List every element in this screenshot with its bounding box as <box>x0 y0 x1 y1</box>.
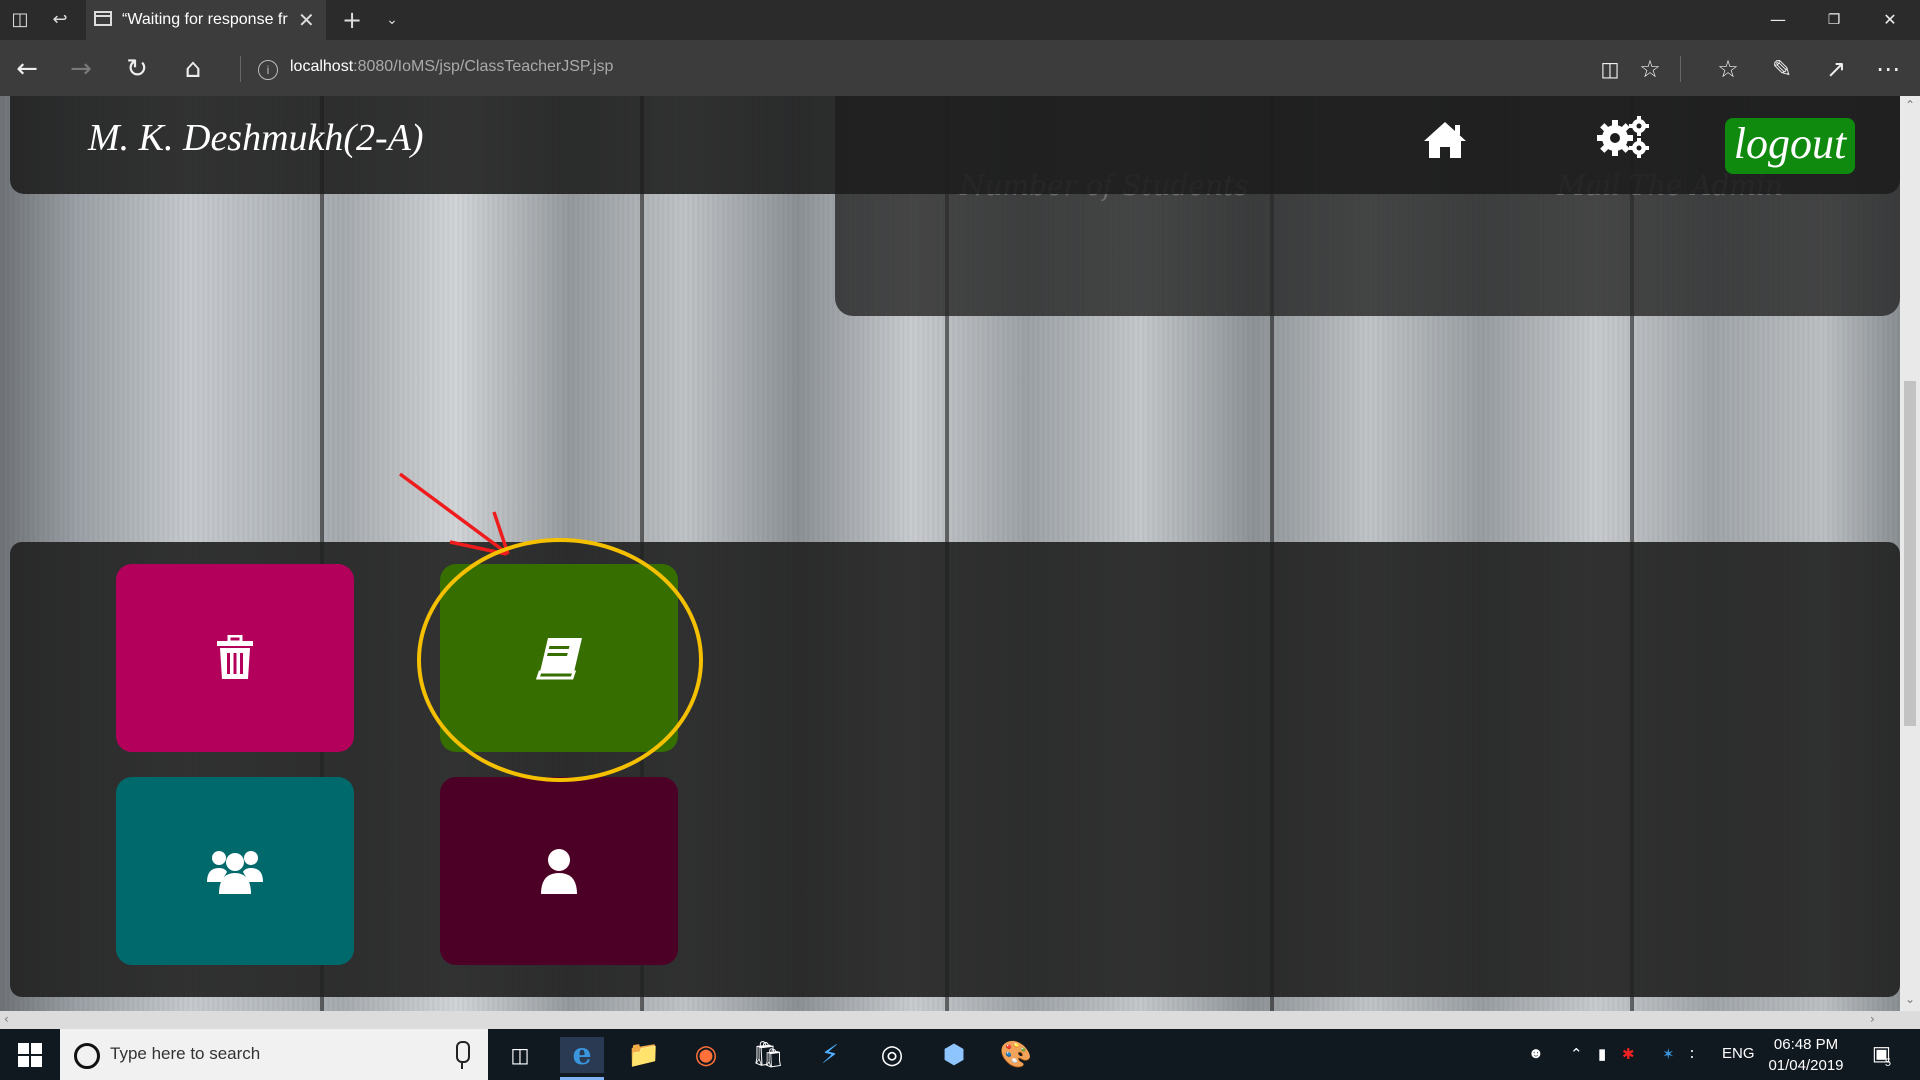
home-icon[interactable] <box>1422 120 1468 160</box>
file-explorer-icon[interactable]: 📁 <box>622 1037 666 1073</box>
cortana-icon <box>74 1043 100 1069</box>
media-app-icon[interactable]: ◎ <box>870 1037 914 1073</box>
tab-title: “Waiting for response fr <box>122 11 288 28</box>
close-window-button[interactable]: ✕ <box>1870 6 1910 34</box>
action-center-icon[interactable]: ▣5 <box>1872 1041 1897 1069</box>
url-field[interactable]: localhost:8080/IoMS/jsp/ClassTeacherJSP.… <box>290 58 613 76</box>
home-button[interactable]: ⌂ <box>178 54 208 84</box>
trash-icon <box>217 635 253 679</box>
students-tile[interactable] <box>116 777 354 965</box>
tab-preview-chevron-icon[interactable]: ⌄ <box>380 8 404 32</box>
teacher-name: M. K. Deshmukh(2-A) <box>88 117 424 159</box>
favorites-hub-icon[interactable]: ☆ <box>1712 54 1744 84</box>
wifi-icon[interactable]: ∶ <box>1690 1045 1694 1063</box>
address-bar: ← → ↻ ⌂ i localhost:8080/IoMS/jsp/ClassT… <box>0 40 1920 96</box>
url-host: localhost <box>290 58 354 75</box>
browser-tab[interactable]: “Waiting for response fr ✕ <box>86 0 326 40</box>
page-header: M. K. Deshmukh(2-A) logout <box>10 96 1900 194</box>
page-viewport: Number of Students Mail The Admin M. K. … <box>0 96 1900 1011</box>
web-note-icon[interactable]: ✎ <box>1766 54 1798 84</box>
paint-icon[interactable]: 🎨 <box>994 1037 1038 1073</box>
show-hidden-icons[interactable]: ⌃ <box>1570 1045 1583 1063</box>
url-path: :8080/IoMS/jsp/ClassTeacherJSP.jsp <box>353 58 614 75</box>
site-info-icon[interactable]: i <box>258 60 278 80</box>
scroll-right-icon[interactable]: › <box>1870 1012 1875 1026</box>
back-button[interactable]: ← <box>12 54 42 84</box>
3d-viewer-icon[interactable]: ⬢ <box>932 1037 976 1073</box>
records-tile[interactable] <box>440 564 678 752</box>
users-icon <box>207 851 263 894</box>
language-indicator[interactable]: ENG <box>1722 1045 1755 1062</box>
taskbar-search-box[interactable]: Type here to search <box>60 1029 488 1080</box>
windows-taskbar: Type here to search ◫ e 📁 ◉ 🛍 ⚡ ◎ ⬢ 🎨 ☻ … <box>0 1029 1920 1080</box>
minimize-button[interactable]: — <box>1758 6 1798 34</box>
gears-icon[interactable] <box>1595 114 1651 158</box>
edge-browser-icon[interactable]: e <box>560 1037 604 1073</box>
reading-view-icon[interactable]: ◫ <box>1594 54 1626 84</box>
notification-count: 5 <box>1884 1057 1892 1069</box>
lightning-app-icon[interactable]: ⚡ <box>808 1037 852 1073</box>
restore-button[interactable]: ❐ <box>1814 6 1854 34</box>
store-icon[interactable]: 🛍 <box>746 1037 790 1073</box>
clock-date: 01/04/2019 <box>1768 1057 1844 1074</box>
refresh-button[interactable]: ↻ <box>122 54 152 84</box>
search-placeholder: Type here to search <box>110 1044 261 1063</box>
vertical-scrollbar[interactable]: ⌃ ⌄ <box>1900 96 1920 1011</box>
browser-titlebar: ◫ ↩ “Waiting for response fr ✕ + ⌄ — ❐ ✕ <box>0 0 1920 40</box>
network-warning-icon[interactable]: ✱ <box>1622 1045 1635 1063</box>
divider <box>240 56 241 82</box>
microphone-icon[interactable] <box>456 1041 470 1069</box>
scrollbar-thumb[interactable] <box>1904 381 1916 726</box>
scroll-down-icon[interactable]: ⌄ <box>1905 992 1915 1006</box>
windows-start-icon[interactable] <box>18 1043 42 1067</box>
share-icon[interactable]: ↗ <box>1820 54 1852 84</box>
horizontal-scrollbar[interactable]: ‹ › <box>0 1011 1920 1029</box>
forward-button[interactable]: → <box>66 54 96 84</box>
profile-tile[interactable] <box>440 777 678 965</box>
system-clock[interactable]: 06:48 PM 01/04/2019 <box>1760 1034 1852 1076</box>
task-view-icon[interactable]: ◫ <box>498 1037 542 1073</box>
tab-list-icon[interactable]: ◫ <box>8 8 32 32</box>
page-icon <box>94 11 112 26</box>
actions-panel <box>10 542 1900 997</box>
divider <box>1680 56 1681 82</box>
clock-time: 06:48 PM <box>1773 1036 1839 1053</box>
more-menu-icon[interactable]: ⋯ <box>1872 54 1904 84</box>
bluetooth-icon[interactable]: ✶ <box>1662 1045 1675 1063</box>
user-icon <box>541 849 577 894</box>
logout-button[interactable]: logout <box>1725 118 1855 174</box>
close-tab-icon[interactable]: ✕ <box>298 8 315 32</box>
people-icon[interactable]: ☻ <box>1528 1045 1544 1062</box>
set-tabs-aside-icon[interactable]: ↩ <box>48 8 72 32</box>
book-icon <box>535 638 582 680</box>
scroll-left-icon[interactable]: ‹ <box>4 1012 9 1026</box>
scroll-up-icon[interactable]: ⌃ <box>1905 98 1915 112</box>
new-tab-icon[interactable]: + <box>340 8 364 32</box>
delete-tile[interactable] <box>116 564 354 752</box>
favorite-star-icon[interactable]: ☆ <box>1634 54 1666 84</box>
battery-icon[interactable]: ▮ <box>1598 1045 1606 1063</box>
firefox-icon[interactable]: ◉ <box>684 1037 728 1073</box>
